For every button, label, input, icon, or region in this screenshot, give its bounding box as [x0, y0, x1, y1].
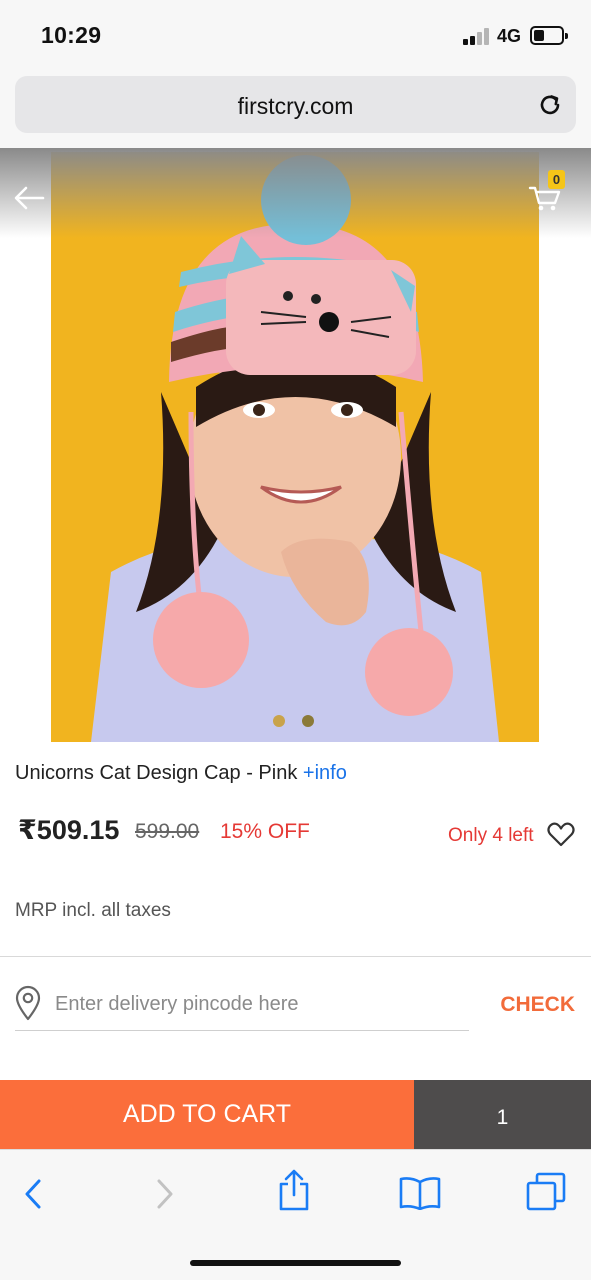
reload-icon[interactable] [537, 92, 563, 118]
browser-forward-icon[interactable] [154, 1178, 176, 1210]
original-mrp: 599.00 [135, 820, 200, 843]
wishlist-heart-icon[interactable] [546, 820, 576, 848]
stock-status: Only 4 left [448, 825, 534, 846]
check-pincode-button[interactable]: CHECK [500, 993, 575, 1017]
add-to-cart-bar: ADD TO CART 1 [0, 1080, 591, 1149]
browser-back-icon[interactable] [22, 1178, 44, 1210]
location-pin-icon [15, 985, 41, 1021]
network-type: 4G [497, 26, 522, 46]
currency-symbol: ₹ [18, 815, 37, 845]
child-wearing-cat-cap-illustration [91, 155, 499, 742]
product-title: Unicorns Cat Design Cap - Pink [15, 762, 298, 784]
url-text[interactable]: firstcry.com [15, 93, 576, 120]
status-bar: 10:29 4G [0, 0, 591, 72]
tax-note: MRP incl. all taxes [15, 900, 171, 921]
selling-price: ₹509.15 [18, 815, 119, 846]
battery-icon [530, 26, 568, 45]
discount-badge: 15% OFF [220, 820, 310, 843]
pagination-dot-active[interactable] [302, 715, 314, 727]
tabs-icon[interactable] [525, 1171, 567, 1211]
pincode-input[interactable] [55, 989, 465, 1019]
signal-strength-icon [463, 27, 493, 45]
more-info-link[interactable]: +info [303, 762, 347, 784]
section-divider [0, 956, 591, 957]
price-row: ₹509.15 599.00 15% OFF Only 4 left [18, 815, 578, 849]
add-to-cart-button[interactable]: ADD TO CART [0, 1080, 414, 1149]
price-value: 509.15 [36, 815, 120, 845]
product-title-row: Unicorns Cat Design Cap - Pink +info [15, 762, 347, 785]
product-image-carousel[interactable]: 0 [0, 148, 591, 744]
product-photo[interactable] [51, 152, 539, 742]
bookmarks-icon[interactable] [398, 1174, 442, 1210]
home-indicator [190, 1260, 401, 1266]
pincode-check-row: CHECK [15, 983, 575, 1033]
pagination-dot[interactable] [273, 715, 285, 727]
status-time: 10:29 [41, 22, 102, 48]
pincode-underline [15, 1030, 469, 1031]
share-icon[interactable] [277, 1168, 311, 1212]
address-bar[interactable]: firstcry.com [15, 76, 576, 133]
back-arrow-icon[interactable] [13, 185, 45, 211]
browser-address-area: firstcry.com [0, 72, 591, 148]
quantity-selector[interactable]: 1 [414, 1080, 591, 1149]
cart-count-badge: 0 [548, 170, 565, 189]
